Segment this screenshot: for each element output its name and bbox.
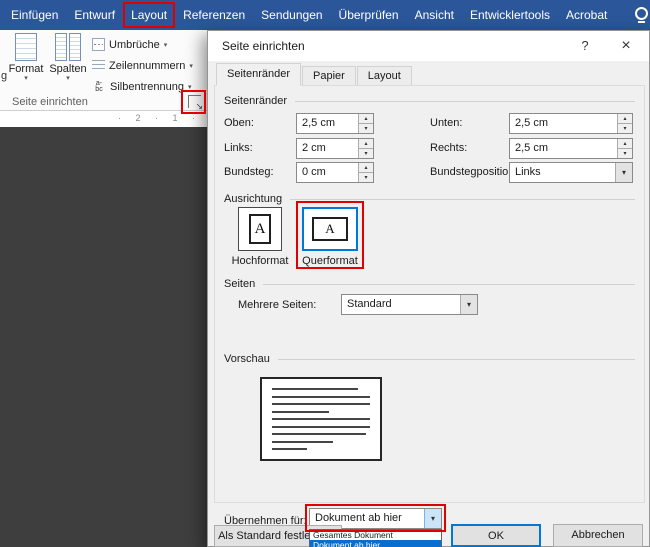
spinner-down-button[interactable]: ▾	[359, 149, 373, 158]
hochformat-option[interactable]: A	[238, 207, 282, 251]
zeilennummern-menu-button[interactable]: Zeilennummern ▾	[92, 57, 193, 74]
chevron-down-icon: ▾	[47, 75, 89, 82]
bundstegposition-select[interactable]: Links ▾	[509, 162, 633, 183]
chevron-down-icon: ▾	[189, 62, 193, 70]
page-setup-dialog: Seite einrichten ? × Seitenränder Papier…	[207, 30, 650, 547]
spinner-up-button[interactable]: ▴	[618, 114, 632, 124]
spinner-down-button[interactable]: ▾	[359, 124, 373, 133]
hyphenation-icon: a-bc	[92, 81, 106, 93]
dialog-title-bar: Seite einrichten ? ×	[208, 31, 649, 61]
rechts-value: 2,5 cm	[510, 139, 632, 158]
ribbon-tab-entwurf[interactable]: Entwurf	[66, 0, 123, 30]
mehrere-seiten-label: Mehrere Seiten:	[238, 295, 316, 316]
ribbon-tab-layout[interactable]: Layout	[123, 0, 175, 30]
annotation-box-querformat	[296, 201, 364, 269]
chevron-down-icon: ▾	[5, 75, 47, 82]
chevron-down-icon[interactable]: ▾	[460, 295, 477, 314]
preview-text-line	[272, 441, 333, 443]
rechts-label: Rechts:	[430, 138, 467, 159]
ruler-marks: · 2 · 1 · ·	[118, 113, 219, 123]
spinner-down-button[interactable]: ▾	[618, 149, 632, 158]
ribbon-tab-einfuegen[interactable]: Einfügen	[3, 0, 66, 30]
annotation-box-dialog-launcher	[181, 90, 206, 114]
dialog-tab-seitenraender[interactable]: Seitenränder	[216, 63, 301, 86]
links-input[interactable]: 2 cm ▴▾	[296, 138, 374, 159]
preview-text-line	[272, 433, 366, 435]
portrait-page-icon: A	[249, 214, 271, 244]
format-button[interactable]: Format ▾	[5, 33, 47, 82]
hochformat-label: Hochformat	[228, 255, 292, 267]
preview-text-line	[272, 418, 370, 420]
spinner-up-button[interactable]: ▴	[359, 163, 373, 173]
bundstegposition-value: Links	[510, 163, 632, 182]
umbrueche-label: Umbrüche	[109, 39, 160, 51]
dialog-tab-strip: Seitenränder Papier Layout	[216, 64, 413, 86]
silbentrennung-label: Silbentrennung	[110, 81, 184, 93]
annotation-box-apply-select	[305, 504, 446, 532]
ribbon-tab-ueberpruefen[interactable]: Überprüfen	[331, 0, 407, 30]
ribbon-tab-ansicht[interactable]: Ansicht	[407, 0, 462, 30]
section-header-pages: Seiten	[224, 278, 635, 290]
mehrere-seiten-select[interactable]: Standard ▾	[341, 294, 478, 315]
preview-text-line	[272, 396, 370, 398]
page-size-icon	[15, 33, 37, 61]
ribbon-tab-referenzen[interactable]: Referenzen	[175, 0, 253, 30]
silbentrennung-menu-button[interactable]: a-bc Silbentrennung ▾	[92, 78, 192, 95]
ribbon-tab-layout-label: Layout	[131, 8, 167, 22]
page-preview	[260, 377, 382, 461]
preview-text-line	[272, 411, 329, 413]
oben-input[interactable]: 2,5 cm ▴▾	[296, 113, 374, 134]
preview-text-line	[272, 426, 370, 428]
unten-value: 2,5 cm	[510, 114, 632, 133]
ribbon-group-label: Seite einrichten	[12, 96, 88, 108]
spinner-down-button[interactable]: ▾	[359, 173, 373, 182]
spinner-up-button[interactable]: ▴	[618, 139, 632, 149]
oben-label: Oben:	[224, 113, 254, 134]
word-window: Einfügen Entwurf Layout Referenzen Sendu…	[0, 0, 650, 547]
format-button-label: Format	[5, 63, 47, 75]
chevron-down-icon: ▾	[164, 41, 168, 49]
links-label: Links:	[224, 138, 253, 159]
bundsteg-input[interactable]: 0 cm ▴▾	[296, 162, 374, 183]
section-header-orientation: Ausrichtung	[224, 193, 635, 205]
ribbon-tab-acrobat[interactable]: Acrobat	[558, 0, 615, 30]
spinner-up-button[interactable]: ▴	[359, 114, 373, 124]
page-break-icon	[92, 38, 105, 51]
bundstegposition-label: Bundstegposition:	[430, 162, 517, 183]
ribbon-tab-entwicklertools[interactable]: Entwicklertools	[462, 0, 558, 30]
zeilennummern-label: Zeilennummern	[109, 60, 185, 72]
dropdown-option-dokument-ab-hier[interactable]: Dokument ab hier	[310, 540, 441, 547]
dialog-tab-papier[interactable]: Papier	[302, 66, 356, 86]
columns-icon	[55, 33, 81, 61]
rechts-input[interactable]: 2,5 cm ▴▾	[509, 138, 633, 159]
abbrechen-button[interactable]: Abbrechen	[553, 524, 643, 547]
spalten-button[interactable]: Spalten ▾	[47, 33, 89, 82]
chevron-down-icon[interactable]: ▾	[615, 163, 632, 182]
spalten-button-label: Spalten	[47, 63, 89, 75]
spinner-up-button[interactable]: ▴	[359, 139, 373, 149]
preview-text-line	[272, 388, 358, 390]
ok-button[interactable]: OK	[451, 524, 541, 547]
unten-input[interactable]: 2,5 cm ▴▾	[509, 113, 633, 134]
tell-me-lightbulb-icon[interactable]	[635, 7, 648, 20]
spinner-down-button[interactable]: ▾	[618, 124, 632, 133]
help-button[interactable]: ?	[571, 31, 599, 61]
ribbon-tab-sendungen[interactable]: Sendungen	[253, 0, 330, 30]
preview-text-line	[272, 448, 307, 450]
section-header-preview: Vorschau	[224, 353, 635, 365]
ribbon-tab-bar: Einfügen Entwurf Layout Referenzen Sendu…	[0, 0, 650, 30]
umbrueche-menu-button[interactable]: Umbrüche ▾	[92, 36, 167, 53]
unten-label: Unten:	[430, 113, 462, 134]
close-button[interactable]: ×	[611, 31, 641, 61]
dialog-title: Seite einrichten	[222, 31, 305, 61]
dialog-tab-layout[interactable]: Layout	[357, 66, 412, 86]
mehrere-seiten-value: Standard	[342, 295, 477, 314]
line-numbers-icon	[92, 60, 105, 72]
preview-text-line	[272, 403, 370, 405]
bundsteg-label: Bundsteg:	[224, 162, 274, 183]
section-header-margins: Seitenränder	[224, 95, 635, 107]
